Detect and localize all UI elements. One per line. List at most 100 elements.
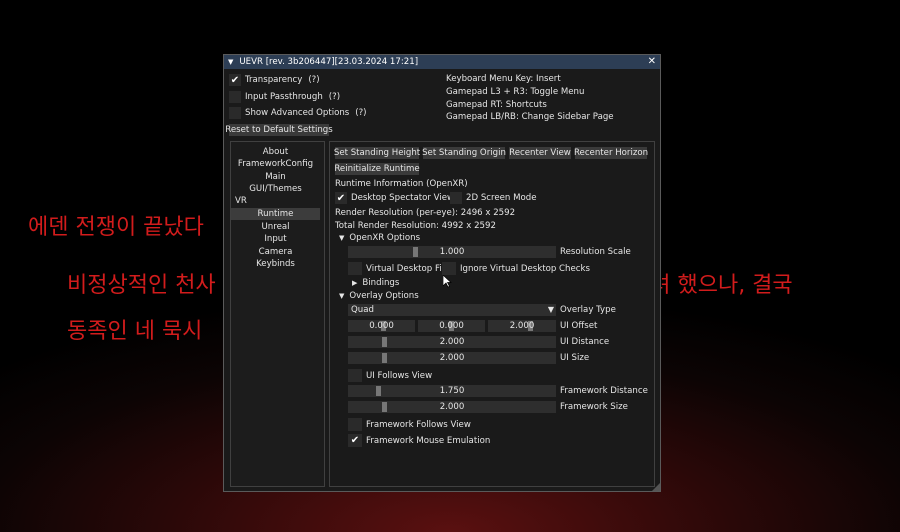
input-passthrough-option[interactable]: Input Passthrough (?) [229, 91, 340, 103]
transparency-help[interactable]: (?) [308, 75, 319, 85]
ui-offset-x-input[interactable]: 0.000 [348, 320, 415, 332]
sidebar-item-unreal[interactable]: Unreal [231, 221, 320, 233]
openxr-options-header[interactable]: ▼ OpenXR Options [339, 233, 420, 243]
runtime-information: Runtime Information (OpenXR) [335, 179, 468, 189]
screen-mode-2d-option[interactable]: 2D Screen Mode [450, 192, 537, 204]
overlay-type-combo[interactable]: Quad ▼ [348, 304, 556, 316]
transparency-option[interactable]: ✔ Transparency (?) [229, 74, 320, 86]
framework-distance-value: 1.750 [439, 386, 465, 396]
ignore-vd-checks-checkbox[interactable] [442, 262, 456, 275]
background-subtitle-line2: 비정상적인 천사 [67, 273, 216, 298]
ui-follows-view-option[interactable]: UI Follows View [348, 369, 432, 382]
framework-follows-view-checkbox[interactable] [348, 418, 362, 431]
screen-mode-2d-label: 2D Screen Mode [466, 193, 537, 203]
framework-size-value: 2.000 [439, 402, 465, 412]
input-passthrough-label: Input Passthrough [245, 92, 323, 102]
ignore-vd-checks-label: Ignore Virtual Desktop Checks [460, 263, 590, 274]
ui-offset-z-value: 2.000 [509, 321, 535, 331]
desktop-spectator-option[interactable]: ✔ Desktop Spectator View [335, 192, 454, 204]
virtual-desktop-fix-checkbox[interactable] [348, 262, 362, 275]
ignore-vd-checks-option[interactable]: Ignore Virtual Desktop Checks [442, 262, 590, 275]
mouse-cursor-icon [443, 275, 452, 288]
virtual-desktop-fix-label: Virtual Desktop Fix [366, 263, 447, 274]
shortcut-sidebar: Gamepad LB/RB: Change Sidebar Page [446, 112, 614, 122]
expand-arrow-icon: ▼ [339, 234, 345, 242]
sidebar-item-main[interactable]: Main [231, 171, 320, 183]
sidebar-item-about[interactable]: About [231, 146, 320, 158]
recenter-view-button[interactable]: Recenter View [509, 147, 571, 159]
expand-arrow-icon: ▼ [339, 292, 345, 300]
set-standing-origin-button[interactable]: Set Standing Origin [422, 147, 506, 159]
resolution-scale-slider[interactable]: 1.000 [348, 246, 556, 258]
openxr-options-label: OpenXR Options [349, 233, 421, 243]
bindings-header[interactable]: ▶ Bindings [352, 278, 399, 288]
ui-offset-label: UI Offset [560, 321, 598, 331]
expand-arrow-icon: ▶ [352, 279, 358, 287]
ui-offset-y-value: 0.000 [439, 321, 464, 331]
window-title: UEVR [rev. 3b206447][23.03.2024 17:21] [239, 57, 419, 67]
overlay-type-value: Quad [351, 305, 374, 315]
shortcut-toggle-menu: Gamepad L3 + R3: Toggle Menu [446, 87, 585, 97]
resolution-scale-value: 1.000 [439, 247, 465, 257]
uevr-window: ▼ UEVR [rev. 3b206447][23.03.2024 17:21]… [223, 54, 661, 492]
sidebar: About FrameworkConfig Main GUI/Themes VR… [230, 141, 325, 487]
resize-grip-icon[interactable] [652, 483, 660, 491]
background-subtitle-line1: 에덴 전쟁이 끝났다 [28, 215, 204, 240]
title-bar[interactable]: ▼ UEVR [rev. 3b206447][23.03.2024 17:21]… [224, 55, 660, 69]
reinitialize-runtime-button[interactable]: Reinitialize Runtime [334, 163, 420, 175]
bindings-label: Bindings [362, 278, 400, 288]
collapse-icon[interactable]: ▼ [228, 58, 233, 66]
framework-distance-label: Framework Distance [560, 386, 648, 396]
ui-follows-view-label: UI Follows View [366, 370, 433, 381]
ui-size-slider[interactable]: 2.000 [348, 352, 556, 364]
recenter-horizon-button[interactable]: Recenter Horizon [574, 147, 648, 159]
sidebar-item-keybinds[interactable]: Keybinds [231, 258, 320, 270]
input-passthrough-help[interactable]: (?) [329, 92, 340, 102]
input-passthrough-checkbox[interactable] [229, 91, 241, 103]
show-advanced-help[interactable]: (?) [355, 108, 366, 118]
close-icon[interactable]: ✕ [648, 57, 656, 67]
framework-follows-view-option[interactable]: Framework Follows View [348, 418, 471, 431]
runtime-panel: Set Standing Height Set Standing Origin … [329, 141, 655, 487]
overlay-options-label: Overlay Options [349, 291, 419, 301]
desktop-spectator-label: Desktop Spectator View [351, 193, 455, 203]
desktop-spectator-checkbox[interactable]: ✔ [335, 192, 347, 204]
shortcut-rt: Gamepad RT: Shortcuts [446, 100, 547, 110]
sidebar-item-input[interactable]: Input [231, 233, 320, 245]
screen-mode-2d-checkbox[interactable] [450, 192, 462, 204]
transparency-label: Transparency [245, 75, 303, 85]
ui-distance-slider[interactable]: 2.000 [348, 336, 556, 348]
overlay-type-label: Overlay Type [560, 305, 616, 315]
total-render-resolution: Total Render Resolution: 4992 x 2592 [335, 221, 496, 231]
background-subtitle-line3: 동족인 네 묵시 [67, 319, 203, 344]
virtual-desktop-fix-option[interactable]: Virtual Desktop Fix [348, 262, 447, 275]
render-resolution: Render Resolution (per-eye): 2496 x 2592 [335, 208, 516, 218]
overlay-options-header[interactable]: ▼ Overlay Options [339, 291, 419, 301]
sidebar-item-runtime[interactable]: Runtime [231, 208, 320, 220]
framework-distance-slider[interactable]: 1.750 [348, 385, 556, 397]
dropdown-arrow-icon[interactable]: ▼ [548, 304, 554, 316]
sidebar-item-camera[interactable]: Camera [231, 246, 320, 258]
framework-size-slider[interactable]: 2.000 [348, 401, 556, 413]
sidebar-section-vr: VR [235, 196, 247, 206]
framework-mouse-emulation-option[interactable]: ✔ Framework Mouse Emulation [348, 434, 490, 447]
sidebar-item-gui-themes[interactable]: GUI/Themes [231, 183, 320, 195]
reset-default-button[interactable]: Reset to Default Settings [225, 124, 333, 136]
framework-mouse-emulation-label: Framework Mouse Emulation [366, 435, 491, 446]
show-advanced-option[interactable]: Show Advanced Options (?) [229, 107, 367, 119]
ui-follows-view-checkbox[interactable] [348, 369, 362, 382]
resolution-scale-label: Resolution Scale [560, 247, 631, 257]
ui-offset-y-input[interactable]: 0.000 [418, 320, 485, 332]
ui-offset-x-value: 0.000 [369, 321, 394, 331]
ui-size-value: 2.000 [439, 353, 465, 363]
show-advanced-label: Show Advanced Options [245, 108, 350, 118]
framework-mouse-emulation-checkbox[interactable]: ✔ [348, 434, 362, 447]
ui-distance-value: 2.000 [439, 337, 465, 347]
sidebar-item-frameworkconfig[interactable]: FrameworkConfig [231, 158, 320, 170]
set-standing-height-button[interactable]: Set Standing Height [334, 147, 420, 159]
ui-offset-z-input[interactable]: 2.000 [488, 320, 556, 332]
show-advanced-checkbox[interactable] [229, 107, 241, 119]
framework-size-label: Framework Size [560, 402, 628, 412]
transparency-checkbox[interactable]: ✔ [229, 74, 241, 86]
ui-size-label: UI Size [560, 353, 590, 363]
